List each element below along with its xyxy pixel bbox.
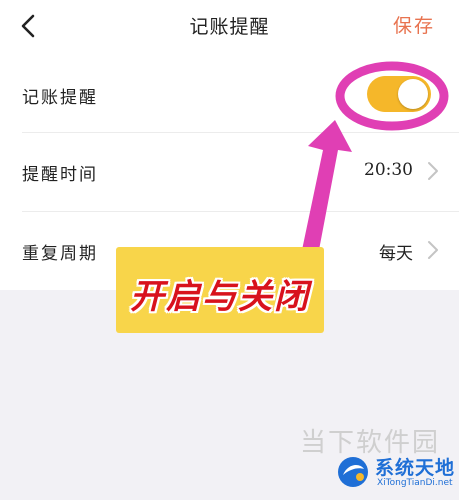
watermark-logo-icon <box>338 457 368 487</box>
setting-label-time: 提醒时间 <box>22 165 98 185</box>
page-title: 记账提醒 <box>189 16 270 38</box>
setting-value-repeat: 每天 <box>379 244 413 264</box>
reminder-toggle[interactable] <box>367 76 431 112</box>
setting-row-time[interactable]: 提醒时间 20:30 <box>22 133 459 211</box>
annotation-text: 开启与关闭 <box>130 277 310 317</box>
nav-header: 记账提醒 保存 <box>0 0 459 52</box>
watermark-url: XiTongTianDi.net <box>377 478 453 488</box>
save-button[interactable]: 保存 <box>393 11 435 38</box>
chevron-right-icon <box>428 241 438 259</box>
setting-label-reminder: 记账提醒 <box>22 88 98 108</box>
setting-label-repeat: 重复周期 <box>22 244 98 264</box>
watermark-brand: 系统天地 <box>375 457 456 479</box>
toggle-knob <box>398 79 428 109</box>
chevron-right-icon <box>428 162 438 180</box>
setting-value-time: 20:30 <box>364 160 413 180</box>
annotation-callout: 开启与关闭 <box>116 247 324 333</box>
